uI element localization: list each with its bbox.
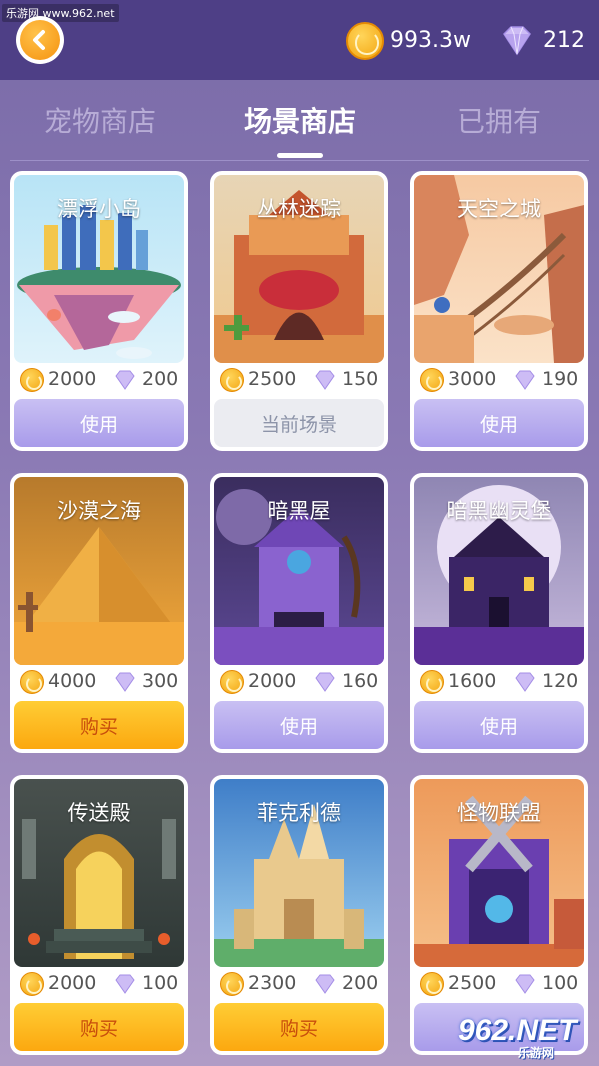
coin-icon [420, 670, 444, 694]
scene-name: 菲克利德 [257, 801, 341, 825]
scene-image: 暗黑屋 [214, 477, 384, 665]
coin-price: 2000 [48, 368, 97, 390]
watermark-main: 962.NET [458, 1014, 577, 1047]
scene-name: 丛林迷踪 [257, 197, 341, 221]
price-row: 2300 200 [220, 971, 380, 997]
use-button[interactable]: 使用 [214, 701, 384, 749]
diamond-icon [314, 672, 336, 692]
diamond-price: 120 [542, 670, 579, 692]
price-row: 2500 150 [220, 367, 380, 393]
coin-price: 4000 [48, 670, 97, 692]
scene-name: 暗黑幽灵堡 [446, 499, 552, 523]
diamond-balance: 212 [543, 28, 585, 53]
buy-button[interactable]: 购买 [214, 1003, 384, 1051]
diamond-icon [514, 672, 536, 692]
scene-image: 怪物联盟 [414, 779, 584, 967]
scene-name: 怪物联盟 [457, 801, 541, 825]
scene-image: 沙漠之海 [14, 477, 184, 665]
scene-card-fikerid[interactable]: 菲克利德 2300 200 购买 [210, 775, 388, 1055]
diamond-price: 200 [142, 368, 179, 390]
scene-image: 菲克利德 [214, 779, 384, 967]
scene-image: 漂浮小岛 [14, 175, 184, 363]
coin-price: 2000 [248, 670, 297, 692]
diamond-icon [114, 672, 136, 692]
coin-icon [20, 368, 44, 392]
scene-card-dark-house[interactable]: 暗黑屋 2000 160 使用 [210, 473, 388, 753]
coin-icon [420, 972, 444, 996]
coin-icon [20, 972, 44, 996]
scene-name: 暗黑屋 [267, 499, 331, 523]
diamond-price: 160 [342, 670, 379, 692]
coin-balance: 993.3w [390, 28, 471, 53]
scene-name: 天空之城 [457, 197, 541, 221]
scene-name: 传送殿 [67, 801, 131, 825]
diamond-icon [314, 370, 336, 390]
use-button[interactable]: 使用 [414, 701, 584, 749]
use-button[interactable]: 使用 [414, 399, 584, 447]
buy-button[interactable]: 购买 [14, 1003, 184, 1051]
coin-icon [20, 670, 44, 694]
price-row: 2500 100 [420, 971, 580, 997]
scene-card-sky-city[interactable]: 天空之城 3000 190 使用 [410, 171, 588, 451]
diamond-icon [498, 22, 536, 60]
diamond-price: 100 [142, 972, 179, 994]
diamond-price: 100 [542, 972, 579, 994]
scene-card-monster-league[interactable]: 怪物联盟 2500 100 [410, 775, 588, 1055]
active-tab-indicator [277, 153, 323, 158]
back-button[interactable] [16, 16, 64, 64]
watermark-sub: 乐游网 [518, 1046, 555, 1060]
coin-icon [420, 368, 444, 392]
scene-image: 丛林迷踪 [214, 175, 384, 363]
tab-owned[interactable]: 已拥有 [399, 100, 599, 140]
price-row: 2000 160 [220, 669, 380, 695]
coin-price: 2500 [448, 972, 497, 994]
diamond-icon [114, 974, 136, 994]
tab-scene-shop[interactable]: 场景商店 [200, 100, 400, 140]
diamond-icon [514, 974, 536, 994]
price-row: 4000 300 [20, 669, 180, 695]
scene-card-desert-sea[interactable]: 沙漠之海 4000 300 购买 [10, 473, 188, 753]
watermark-top: 乐游网 www.962.net [2, 4, 119, 22]
diamond-price: 200 [342, 972, 379, 994]
diamond-icon [314, 974, 336, 994]
coin-price: 3000 [448, 368, 497, 390]
scene-name: 沙漠之海 [57, 499, 141, 523]
coin-price: 2300 [248, 972, 297, 994]
scene-card-jungle[interactable]: 丛林迷踪 2500 150 当前场景 [210, 171, 388, 451]
use-button[interactable]: 使用 [14, 399, 184, 447]
coin-icon [346, 22, 384, 60]
back-arrow-icon [20, 20, 60, 60]
scene-image: 暗黑幽灵堡 [414, 477, 584, 665]
price-row: 2000 200 [20, 367, 180, 393]
coin-price: 2500 [248, 368, 297, 390]
current-scene-button[interactable]: 当前场景 [214, 399, 384, 447]
tab-pet-shop[interactable]: 宠物商店 [0, 100, 200, 140]
coin-price: 1600 [448, 670, 497, 692]
price-row: 1600 120 [420, 669, 580, 695]
diamond-icon [114, 370, 136, 390]
scene-card-teleport-hall[interactable]: 传送殿 2000 100 购买 [10, 775, 188, 1055]
scene-image: 传送殿 [14, 779, 184, 967]
price-row: 3000 190 [420, 367, 580, 393]
scene-card-dark-ghost-castle[interactable]: 暗黑幽灵堡 1600 120 使用 [410, 473, 588, 753]
coin-price: 2000 [48, 972, 97, 994]
coin-icon [220, 972, 244, 996]
scene-name: 漂浮小岛 [57, 197, 141, 221]
scene-image: 天空之城 [414, 175, 584, 363]
buy-button[interactable]: 购买 [14, 701, 184, 749]
scene-card-floating-island[interactable]: 漂浮小岛 2000 200 使用 [10, 171, 188, 451]
coin-icon [220, 670, 244, 694]
diamond-price: 300 [142, 670, 179, 692]
watermark-logo: 962.NET 乐游网 [458, 1014, 596, 1062]
diamond-price: 190 [542, 368, 579, 390]
coin-icon [220, 368, 244, 392]
tab-divider [10, 160, 589, 161]
price-row: 2000 100 [20, 971, 180, 997]
diamond-price: 150 [342, 368, 379, 390]
diamond-icon [514, 370, 536, 390]
